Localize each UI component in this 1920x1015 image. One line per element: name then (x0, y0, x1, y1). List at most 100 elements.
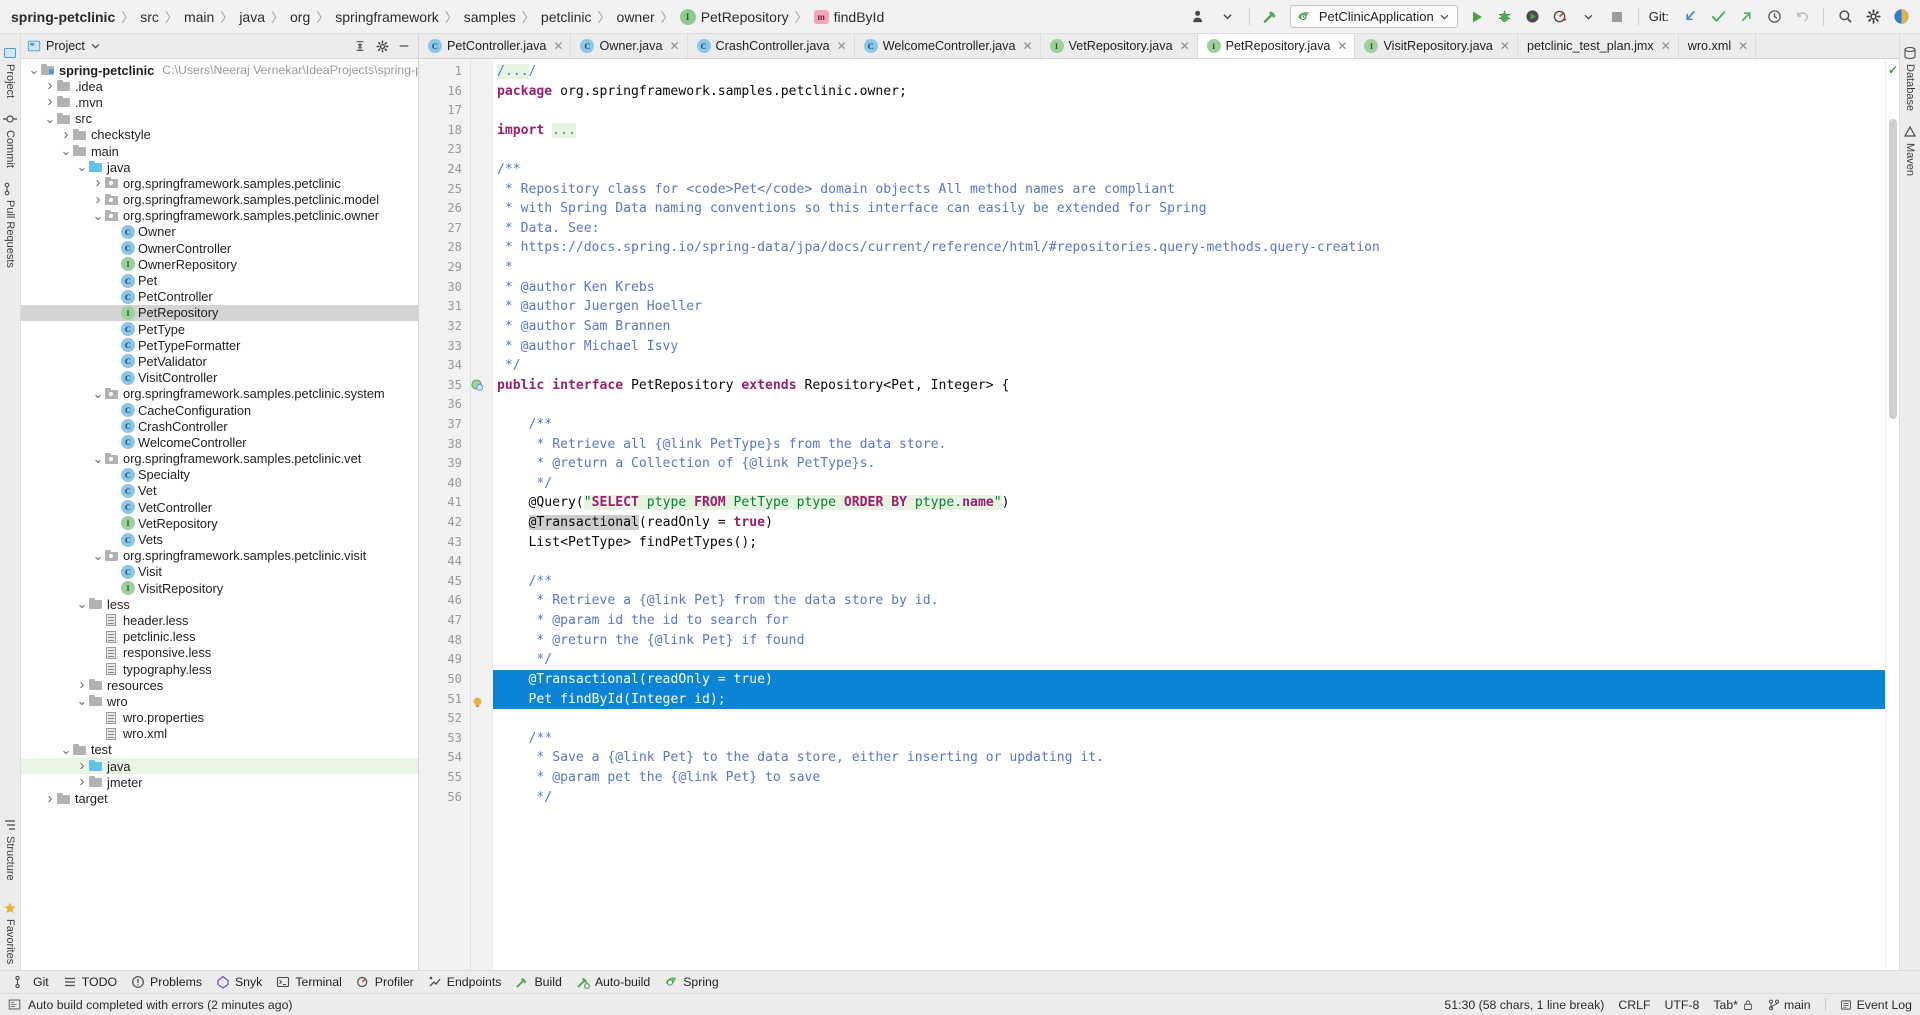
chevron-right-icon[interactable]: › (75, 774, 89, 789)
close-icon[interactable]: ✕ (837, 39, 847, 53)
tree-node[interactable]: C WelcomeController (21, 434, 418, 450)
debug-icon[interactable] (1492, 5, 1518, 29)
settings-gear-icon[interactable] (1860, 5, 1886, 29)
tree-node[interactable]: ⌄ org.springframework.samples.petclinic.o… (21, 208, 418, 224)
git-push-icon[interactable] (1733, 5, 1759, 29)
settings-gear-icon[interactable] (372, 36, 392, 56)
code-line[interactable]: public interface PetRepository extends R… (493, 376, 1885, 396)
tree-node[interactable]: ⌄ org.springframework.samples.petclinic.v… (21, 451, 418, 467)
chevron-down-icon[interactable]: ⌄ (43, 112, 57, 125)
chevron-right-icon[interactable]: › (75, 758, 89, 773)
editor-tab-petrepository-java[interactable]: I PetRepository.java ✕ (1197, 34, 1356, 58)
editor-tab-petcontroller-java[interactable]: C PetController.java ✕ (419, 34, 572, 58)
rail-item-favorites[interactable]: Favorites (1, 895, 19, 970)
chevron-right-icon[interactable]: › (91, 175, 105, 190)
tree-node[interactable]: I VisitRepository (21, 580, 418, 596)
tree-node[interactable]: typography.less (21, 661, 418, 677)
chevron-down-icon[interactable] (91, 43, 100, 49)
breadcrumb-item-org[interactable]: org (289, 9, 311, 25)
editor-tab-vetrepository-java[interactable]: I VetRepository.java ✕ (1041, 34, 1198, 58)
code-line[interactable]: * @author Juergen Hoeller (493, 297, 1885, 317)
editor-tab-welcomecontroller-java[interactable]: C WelcomeController.java ✕ (855, 34, 1041, 58)
tree-node[interactable]: C VetController (21, 499, 418, 515)
code-line[interactable]: List<PetType> findPetTypes(); (493, 533, 1885, 553)
intention-bulb-icon[interactable] (471, 696, 493, 716)
editor-scrollbar-thumb[interactable] (1889, 119, 1897, 419)
git-update-icon[interactable] (1677, 5, 1703, 29)
caret-position[interactable]: 51:30 (58 chars, 1 line break) (1444, 998, 1604, 1012)
tool-window-spring[interactable]: Spring (664, 975, 719, 989)
tool-window-problems[interactable]: Problems (131, 975, 202, 989)
git-branch-label[interactable]: main (1784, 998, 1811, 1012)
code-line[interactable]: * Retrieve all {@link PetType}s from the… (493, 435, 1885, 455)
tree-node[interactable]: › org.springframework.samples.petclinic (21, 175, 418, 191)
tree-node[interactable]: ⌄ test (21, 742, 418, 758)
code-line[interactable]: * Repository class for <code>Pet</code> … (493, 180, 1885, 200)
code-line[interactable]: * Data. See: (493, 219, 1885, 239)
code-line[interactable]: package org.springframework.samples.petc… (493, 82, 1885, 102)
rail-item-database[interactable]: Database (1901, 40, 1919, 117)
stop-icon[interactable] (1604, 5, 1630, 29)
close-icon[interactable]: ✕ (1022, 39, 1032, 53)
tree-node[interactable]: › jmeter (21, 774, 418, 790)
chevron-down-icon[interactable]: ⌄ (59, 743, 73, 756)
close-icon[interactable]: ✕ (1180, 39, 1190, 53)
chevron-down-icon[interactable]: ⌄ (75, 160, 89, 173)
code-line[interactable]: * @author Michael Isvy (493, 337, 1885, 357)
chevron-down-icon[interactable]: ⌄ (91, 209, 105, 222)
code-line[interactable]: * @author Sam Brannen (493, 317, 1885, 337)
tree-node[interactable]: › java (21, 758, 418, 775)
tree-node[interactable]: › .mvn (21, 94, 418, 110)
code-line[interactable]: * Save a {@link Pet} to the data store, … (493, 748, 1885, 768)
tree-node[interactable]: C PetController (21, 289, 418, 305)
chevron-down-icon[interactable] (1576, 5, 1602, 29)
editor-tab-visitrepository-java[interactable]: I VisitRepository.java ✕ (1355, 34, 1518, 58)
file-encoding[interactable]: UTF-8 (1664, 998, 1699, 1012)
code-line[interactable]: @Transactional(readOnly = true) (493, 513, 1885, 533)
profiler-icon[interactable] (1548, 5, 1574, 29)
code-line[interactable]: * @author Ken Krebs (493, 278, 1885, 298)
project-tree[interactable]: ⌄ spring-petclinic C:\Users\Neeraj Verneka… (21, 59, 418, 970)
code-line[interactable]: /** (493, 160, 1885, 180)
tree-node[interactable]: C CacheConfiguration (21, 402, 418, 418)
tree-node[interactable]: C PetType (21, 321, 418, 337)
tree-node[interactable]: C Specialty (21, 467, 418, 483)
code-line-selected[interactable]: @Transactional(readOnly = true) (493, 669, 1885, 690)
tree-node[interactable]: C Visit (21, 564, 418, 580)
breadcrumb-item-findbyid[interactable]: m findById (813, 9, 886, 25)
code-line[interactable]: * (493, 258, 1885, 278)
code-line[interactable]: * Retrieve a {@link Pet} from the data s… (493, 591, 1885, 611)
history-icon[interactable] (1761, 5, 1787, 29)
search-everywhere-icon[interactable] (1832, 5, 1858, 29)
editor-tab-crashcontroller-java[interactable]: C CrashController.java ✕ (688, 34, 855, 58)
ide-assistant-icon[interactable] (1888, 5, 1914, 29)
tool-window-endpoints[interactable]: Endpoints (428, 975, 501, 989)
code-lines[interactable]: /.../package org.springframework.samples… (493, 59, 1885, 970)
user-avatar-icon[interactable] (1187, 5, 1213, 29)
code-editor[interactable]: 1+16 17 18+23 24−25 26 27 28 29 30 31 32 33 3435 36 37… (419, 59, 1899, 970)
rail-item-maven[interactable]: Maven (1901, 119, 1919, 182)
code-line[interactable]: * @return the {@link Pet} if found (493, 631, 1885, 651)
breadcrumb-item-petrepository[interactable]: I PetRepository (679, 8, 790, 25)
rail-item-pull-requests[interactable]: Pull Requests (1, 176, 19, 274)
tree-node[interactable]: C Owner (21, 224, 418, 240)
close-icon[interactable]: ✕ (1738, 39, 1748, 53)
collapse-all-icon[interactable] (350, 36, 370, 56)
code-line[interactable]: import ... (493, 121, 1885, 141)
code-line[interactable] (493, 552, 1885, 572)
breadcrumb-item-owner[interactable]: owner (616, 9, 656, 25)
editor-tab-strip[interactable]: C PetController.java ✕ C Owner.java ✕ C CrashCo… (419, 34, 1899, 59)
chevron-right-icon[interactable]: › (43, 791, 57, 806)
git-commit-icon[interactable] (1705, 5, 1731, 29)
lock-icon[interactable] (1742, 999, 1754, 1011)
tool-window-todo[interactable]: TODO (63, 975, 117, 989)
code-line[interactable] (493, 395, 1885, 415)
code-line[interactable]: /.../ (493, 62, 1885, 82)
error-stripe-marker-column[interactable]: ✓ (1885, 59, 1899, 970)
tree-node[interactable]: C VisitController (21, 370, 418, 386)
indent-setting[interactable]: Tab* (1713, 998, 1738, 1012)
tree-node[interactable]: ⌄ spring-petclinic C:\Users\Neeraj Verneka… (21, 62, 418, 78)
rail-item-structure[interactable]: Structure (1, 812, 19, 887)
tree-node[interactable]: C Pet (21, 272, 418, 288)
tree-node[interactable]: ⌄ org.springframework.samples.petclinic.s… (21, 386, 418, 402)
